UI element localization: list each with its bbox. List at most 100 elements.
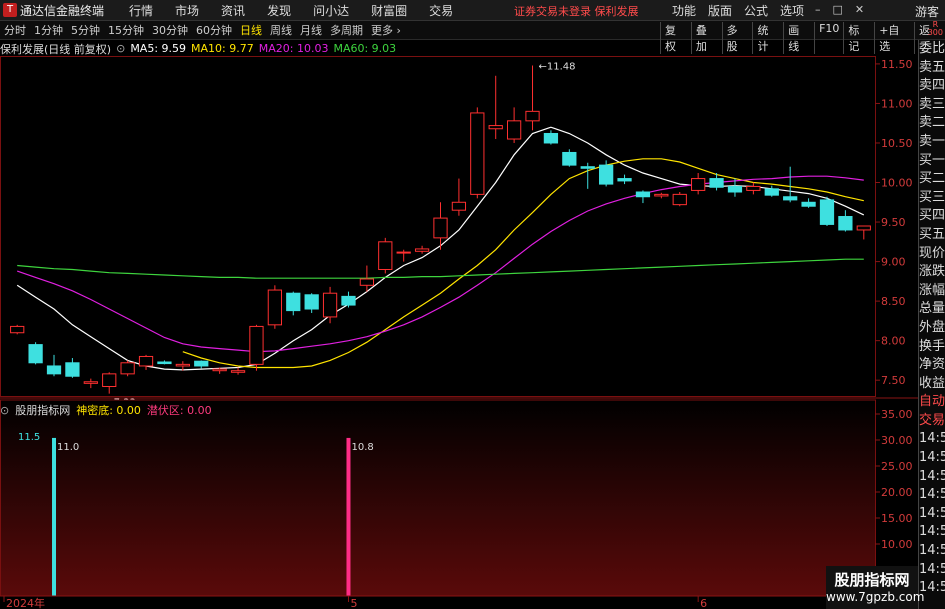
period-tab[interactable]: 更多 › <box>367 22 405 38</box>
side-panel-item[interactable]: 卖二 <box>919 114 945 133</box>
indicator-name: 股朋指标网 <box>15 404 71 417</box>
menu-function[interactable]: 功能 <box>666 2 702 19</box>
x-tick-label: 6 <box>700 597 707 609</box>
title-bar: T 通达信金融终端 行情 市场 资讯 发现 问小达 财富圈 交易 证券交易未登录… <box>0 0 945 21</box>
side-panel-item[interactable]: 14:56 <box>919 486 945 505</box>
tool-button[interactable]: 画线 <box>783 22 814 54</box>
candle-body <box>83 381 98 384</box>
menu-trade[interactable]: 交易 <box>418 2 464 19</box>
side-panel-item[interactable]: 14:56 <box>919 505 945 524</box>
x-tick-label: 2024年 <box>6 596 45 609</box>
side-panel-item[interactable]: 卖四 <box>919 77 945 96</box>
side-panel-item[interactable]: 收益 <box>919 375 945 394</box>
side-panel-item[interactable]: 卖一 <box>919 133 945 152</box>
candle-body <box>102 373 117 388</box>
side-panel-item[interactable]: 现价 <box>919 245 945 264</box>
tool-button[interactable]: F10 <box>814 22 843 54</box>
candle-body <box>599 164 614 185</box>
candle-body <box>304 294 319 310</box>
login-warning[interactable]: 证券交易未登录 保利发展 <box>514 3 639 19</box>
period-tab[interactable]: 周线 <box>266 22 296 38</box>
side-panel-item[interactable]: 净资 <box>919 356 945 375</box>
side-panel-item[interactable]: 买四 <box>919 207 945 226</box>
side-panel-item[interactable]: 14:56 <box>919 468 945 487</box>
side-panel-item[interactable]: 14:56 <box>919 542 945 561</box>
minimize-icon[interactable]: – <box>815 3 821 16</box>
maximize-icon[interactable]: □ <box>833 3 843 16</box>
candle-body <box>433 217 448 239</box>
menu-wealth[interactable]: 财富圈 <box>360 2 418 19</box>
side-panel-item[interactable]: 涨幅 <box>919 282 945 301</box>
signal-label: 10.8 <box>351 442 373 453</box>
side-panel-item[interactable]: 14:56 <box>919 523 945 542</box>
side-panel-item[interactable]: 买二 <box>919 170 945 189</box>
close-icon[interactable]: ✕ <box>855 3 864 16</box>
side-panel-item[interactable]: 委比 <box>919 40 945 59</box>
x-tick-label: 5 <box>350 597 357 609</box>
y-tick-label: 9.00 <box>881 256 906 269</box>
tool-button[interactable]: 统计 <box>752 22 783 54</box>
menu-ask[interactable]: 问小达 <box>302 2 360 19</box>
side-panel-item[interactable]: 换手 <box>919 338 945 357</box>
period-tab[interactable]: 30分钟 <box>148 22 192 38</box>
y-tick-label: 10.50 <box>881 137 913 150</box>
candle-body <box>801 201 816 207</box>
menu-news[interactable]: 资讯 <box>210 2 256 19</box>
menu-market[interactable]: 市场 <box>164 2 210 19</box>
right-menu: 功能 版面 公式 选项 <box>666 2 810 19</box>
side-panel-item[interactable]: 自动 <box>919 393 945 412</box>
candle-body <box>838 216 853 231</box>
period-tab[interactable]: 多周期 <box>326 22 367 38</box>
candle-body <box>709 178 724 188</box>
period-tab[interactable]: 1分钟 <box>30 22 67 38</box>
side-panel-item[interactable]: 14:56 <box>919 561 945 580</box>
period-tab[interactable]: 日线 <box>236 22 266 38</box>
side-panel-item[interactable]: 14:56 <box>919 430 945 449</box>
chart-info-bar: 保利发展(日线 前复权) ⊙ MA5: 9.59 MA10: 9.77 MA20… <box>0 41 401 56</box>
period-tab[interactable]: 60分钟 <box>192 22 236 38</box>
period-tab[interactable]: 分时 <box>0 22 30 38</box>
side-panel-item[interactable]: 卖三 <box>919 96 945 115</box>
candle-body <box>65 362 80 377</box>
tool-button[interactable]: 叠加 <box>690 22 722 54</box>
candle-body <box>764 188 779 196</box>
chevron-down-icon[interactable]: ⊙ <box>116 42 125 55</box>
side-panel-item[interactable]: 卖五 <box>919 59 945 78</box>
chevron-down-icon[interactable]: ⊙ <box>0 404 9 417</box>
tool-button[interactable]: +自选 <box>874 22 914 54</box>
guest-label[interactable]: 游客 <box>915 3 939 20</box>
tool-button[interactable]: 复权 <box>660 22 691 54</box>
menu-formula[interactable]: 公式 <box>738 2 774 19</box>
app-logo-icon: T <box>3 3 17 17</box>
menu-layout[interactable]: 版面 <box>702 2 738 19</box>
menu-options[interactable]: 选项 <box>774 2 810 19</box>
candle-body <box>525 110 540 122</box>
y-tick-label: 8.00 <box>881 335 906 348</box>
ma-line-ma60 <box>17 258 864 279</box>
candle-body <box>10 325 25 334</box>
side-panel-item[interactable]: 外盘 <box>919 319 945 338</box>
side-panel-item[interactable]: 买三 <box>919 189 945 208</box>
period-tab[interactable]: 月线 <box>296 22 326 38</box>
side-panel-item[interactable]: 涨跌 <box>919 263 945 282</box>
candle-body <box>341 295 356 306</box>
side-panel-item[interactable]: 交易 <box>919 412 945 431</box>
y-tick-label: 8.50 <box>881 295 906 308</box>
candle-body <box>120 362 135 375</box>
candle-body <box>46 365 62 375</box>
tool-button[interactable]: 标记 <box>843 22 874 54</box>
side-panel-item[interactable]: 14:56 <box>919 449 945 468</box>
side-panel-item[interactable]: 买一 <box>919 152 945 171</box>
menu-discover[interactable]: 发现 <box>256 2 302 19</box>
menu-quotes[interactable]: 行情 <box>118 2 164 19</box>
kline-chart[interactable]: 11.50 11.00 10.50 10.00 9.50 9.00 8.50 8.00 7.50… <box>0 56 918 609</box>
y-tick-label: 9.50 <box>881 216 906 229</box>
side-panel-item[interactable]: 总量 <box>919 300 945 319</box>
period-tab[interactable]: 5分钟 <box>67 22 104 38</box>
quote-side-panel[interactable]: 委比 卖五 卖四 卖三 卖二 卖一 买一 买二 买三 买四 买五 现价 涨跌 涨幅 总量 外盘 换手 净资 收益 自动… <box>918 40 945 609</box>
period-tab[interactable]: 15分钟 <box>104 22 148 38</box>
tool-button[interactable]: 多股 <box>721 22 753 54</box>
candle-body <box>359 278 375 286</box>
y-tick-label: 7.50 <box>881 374 906 387</box>
side-panel-item[interactable]: 买五 <box>919 226 945 245</box>
